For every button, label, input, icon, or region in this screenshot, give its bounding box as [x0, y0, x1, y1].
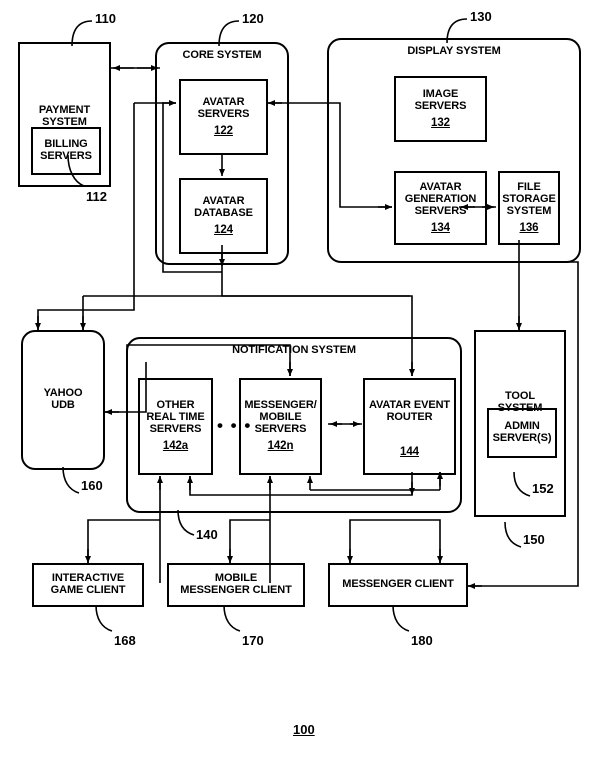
avatar-database-title: AVATAR DATABASE [194, 194, 253, 219]
leader-150 [504, 521, 522, 548]
leader-170 [223, 604, 241, 632]
leader-180 [392, 604, 410, 632]
interactive-game-client-title: INTERACTIVE GAME CLIENT [50, 572, 126, 596]
display-system-title: DISPLAY SYSTEM [407, 45, 501, 57]
image-servers-box[interactable]: IMAGE SERVERS 132 [394, 76, 487, 142]
mobile-messenger-client-box[interactable]: MOBILE MESSENGER CLIENT [167, 563, 305, 607]
wire-rts-game [87, 519, 160, 563]
avatar-generation-servers-box[interactable]: AVATAR GENERATION SERVERS 134 [394, 171, 487, 245]
yahoo-udb-box[interactable]: YAHOO UDB [21, 330, 105, 470]
ref-label-140: 140 [196, 527, 218, 542]
wire-msgsrv-mobile [229, 519, 270, 563]
wire-msgclient-up [349, 519, 441, 563]
billing-servers-box[interactable]: BILLING SERVERS [31, 127, 101, 175]
avatar-generation-servers-ref: 134 [431, 221, 450, 234]
mobile-messenger-client-title: MOBILE MESSENGER CLIENT [180, 572, 292, 596]
display-system-box[interactable]: DISPLAY SYSTEM IMAGE SERVERS 132 AVATAR … [327, 38, 581, 263]
file-storage-system-ref: 136 [519, 221, 539, 234]
admin-servers-title: ADMIN SERVER(S) [492, 420, 552, 444]
avatar-event-router-box[interactable]: AVATAR EVENT ROUTER 144 [363, 378, 456, 475]
payment-system-box[interactable]: PAYMENT SYSTEM BILLING SERVERS [18, 42, 111, 187]
ref-label-160: 160 [81, 478, 103, 493]
leader-168 [95, 604, 113, 632]
file-storage-system-title: FILE STORAGE SYSTEM [502, 180, 556, 217]
tool-system-box[interactable]: TOOL SYSTEM ADMIN SERVER(S) [474, 330, 566, 517]
ref-label-130: 130 [470, 9, 492, 24]
patent-figure: 110 120 130 112 160 140 152 150 168 170 … [0, 0, 615, 767]
avatar-event-router-ref: 144 [400, 446, 419, 459]
avatar-database-ref: 124 [214, 223, 233, 236]
messenger-mobile-servers-ref: 142n [267, 440, 294, 453]
notification-system-title: NOTIFICATION SYSTEM [232, 344, 356, 356]
ref-label-110: 110 [95, 11, 116, 26]
avatar-servers-box[interactable]: AVATAR SERVERS 122 [179, 79, 268, 155]
admin-servers-box[interactable]: ADMIN SERVER(S) [487, 408, 557, 458]
yahoo-udb-title: YAHOO UDB [43, 387, 83, 411]
ref-label-150: 150 [523, 532, 545, 547]
image-servers-title: IMAGE SERVERS [414, 87, 467, 112]
other-real-time-servers-box[interactable]: OTHER REAL TIME SERVERS 142a [138, 378, 213, 475]
core-system-title: CORE SYSTEM [182, 49, 262, 61]
leader-160 [62, 466, 80, 494]
avatar-servers-ref: 122 [214, 124, 233, 137]
payment-system-title: PAYMENT SYSTEM [38, 103, 91, 128]
messenger-mobile-servers-title: MESSENGER/ MOBILE SERVERS [244, 399, 317, 436]
image-servers-ref: 132 [431, 116, 450, 129]
ref-label-180: 180 [411, 633, 433, 648]
ref-label-120: 120 [242, 11, 264, 26]
figure-number: 100 [293, 722, 315, 737]
interactive-game-client-box[interactable]: INTERACTIVE GAME CLIENT [32, 563, 144, 607]
messenger-mobile-servers-box[interactable]: MESSENGER/ MOBILE SERVERS 142n [239, 378, 322, 475]
other-real-time-servers-ref: 142a [162, 440, 189, 453]
avatar-event-router-title: AVATAR EVENT ROUTER [368, 399, 451, 424]
leader-140 [177, 509, 195, 536]
messenger-client-box[interactable]: MESSENGER CLIENT [328, 563, 468, 607]
file-storage-system-box[interactable]: FILE STORAGE SYSTEM 136 [498, 171, 560, 245]
core-system-box[interactable]: CORE SYSTEM AVATAR SERVERS 122 AVATAR DA… [155, 42, 289, 265]
avatar-servers-title: AVATAR SERVERS [197, 95, 250, 120]
notification-system-box[interactable]: NOTIFICATION SYSTEM OTHER REAL TIME SERV… [126, 337, 462, 513]
billing-servers-title: BILLING SERVERS [40, 138, 92, 162]
ref-label-170: 170 [242, 633, 264, 648]
avatar-generation-servers-title: AVATAR GENERATION SERVERS [404, 180, 477, 217]
avatar-database-box[interactable]: AVATAR DATABASE 124 [179, 178, 268, 254]
messenger-client-title: MESSENGER CLIENT [342, 578, 454, 591]
ref-label-112: 112 [86, 189, 107, 204]
ref-label-168: 168 [114, 633, 136, 648]
other-real-time-servers-title: OTHER REAL TIME SERVERS [146, 399, 205, 436]
